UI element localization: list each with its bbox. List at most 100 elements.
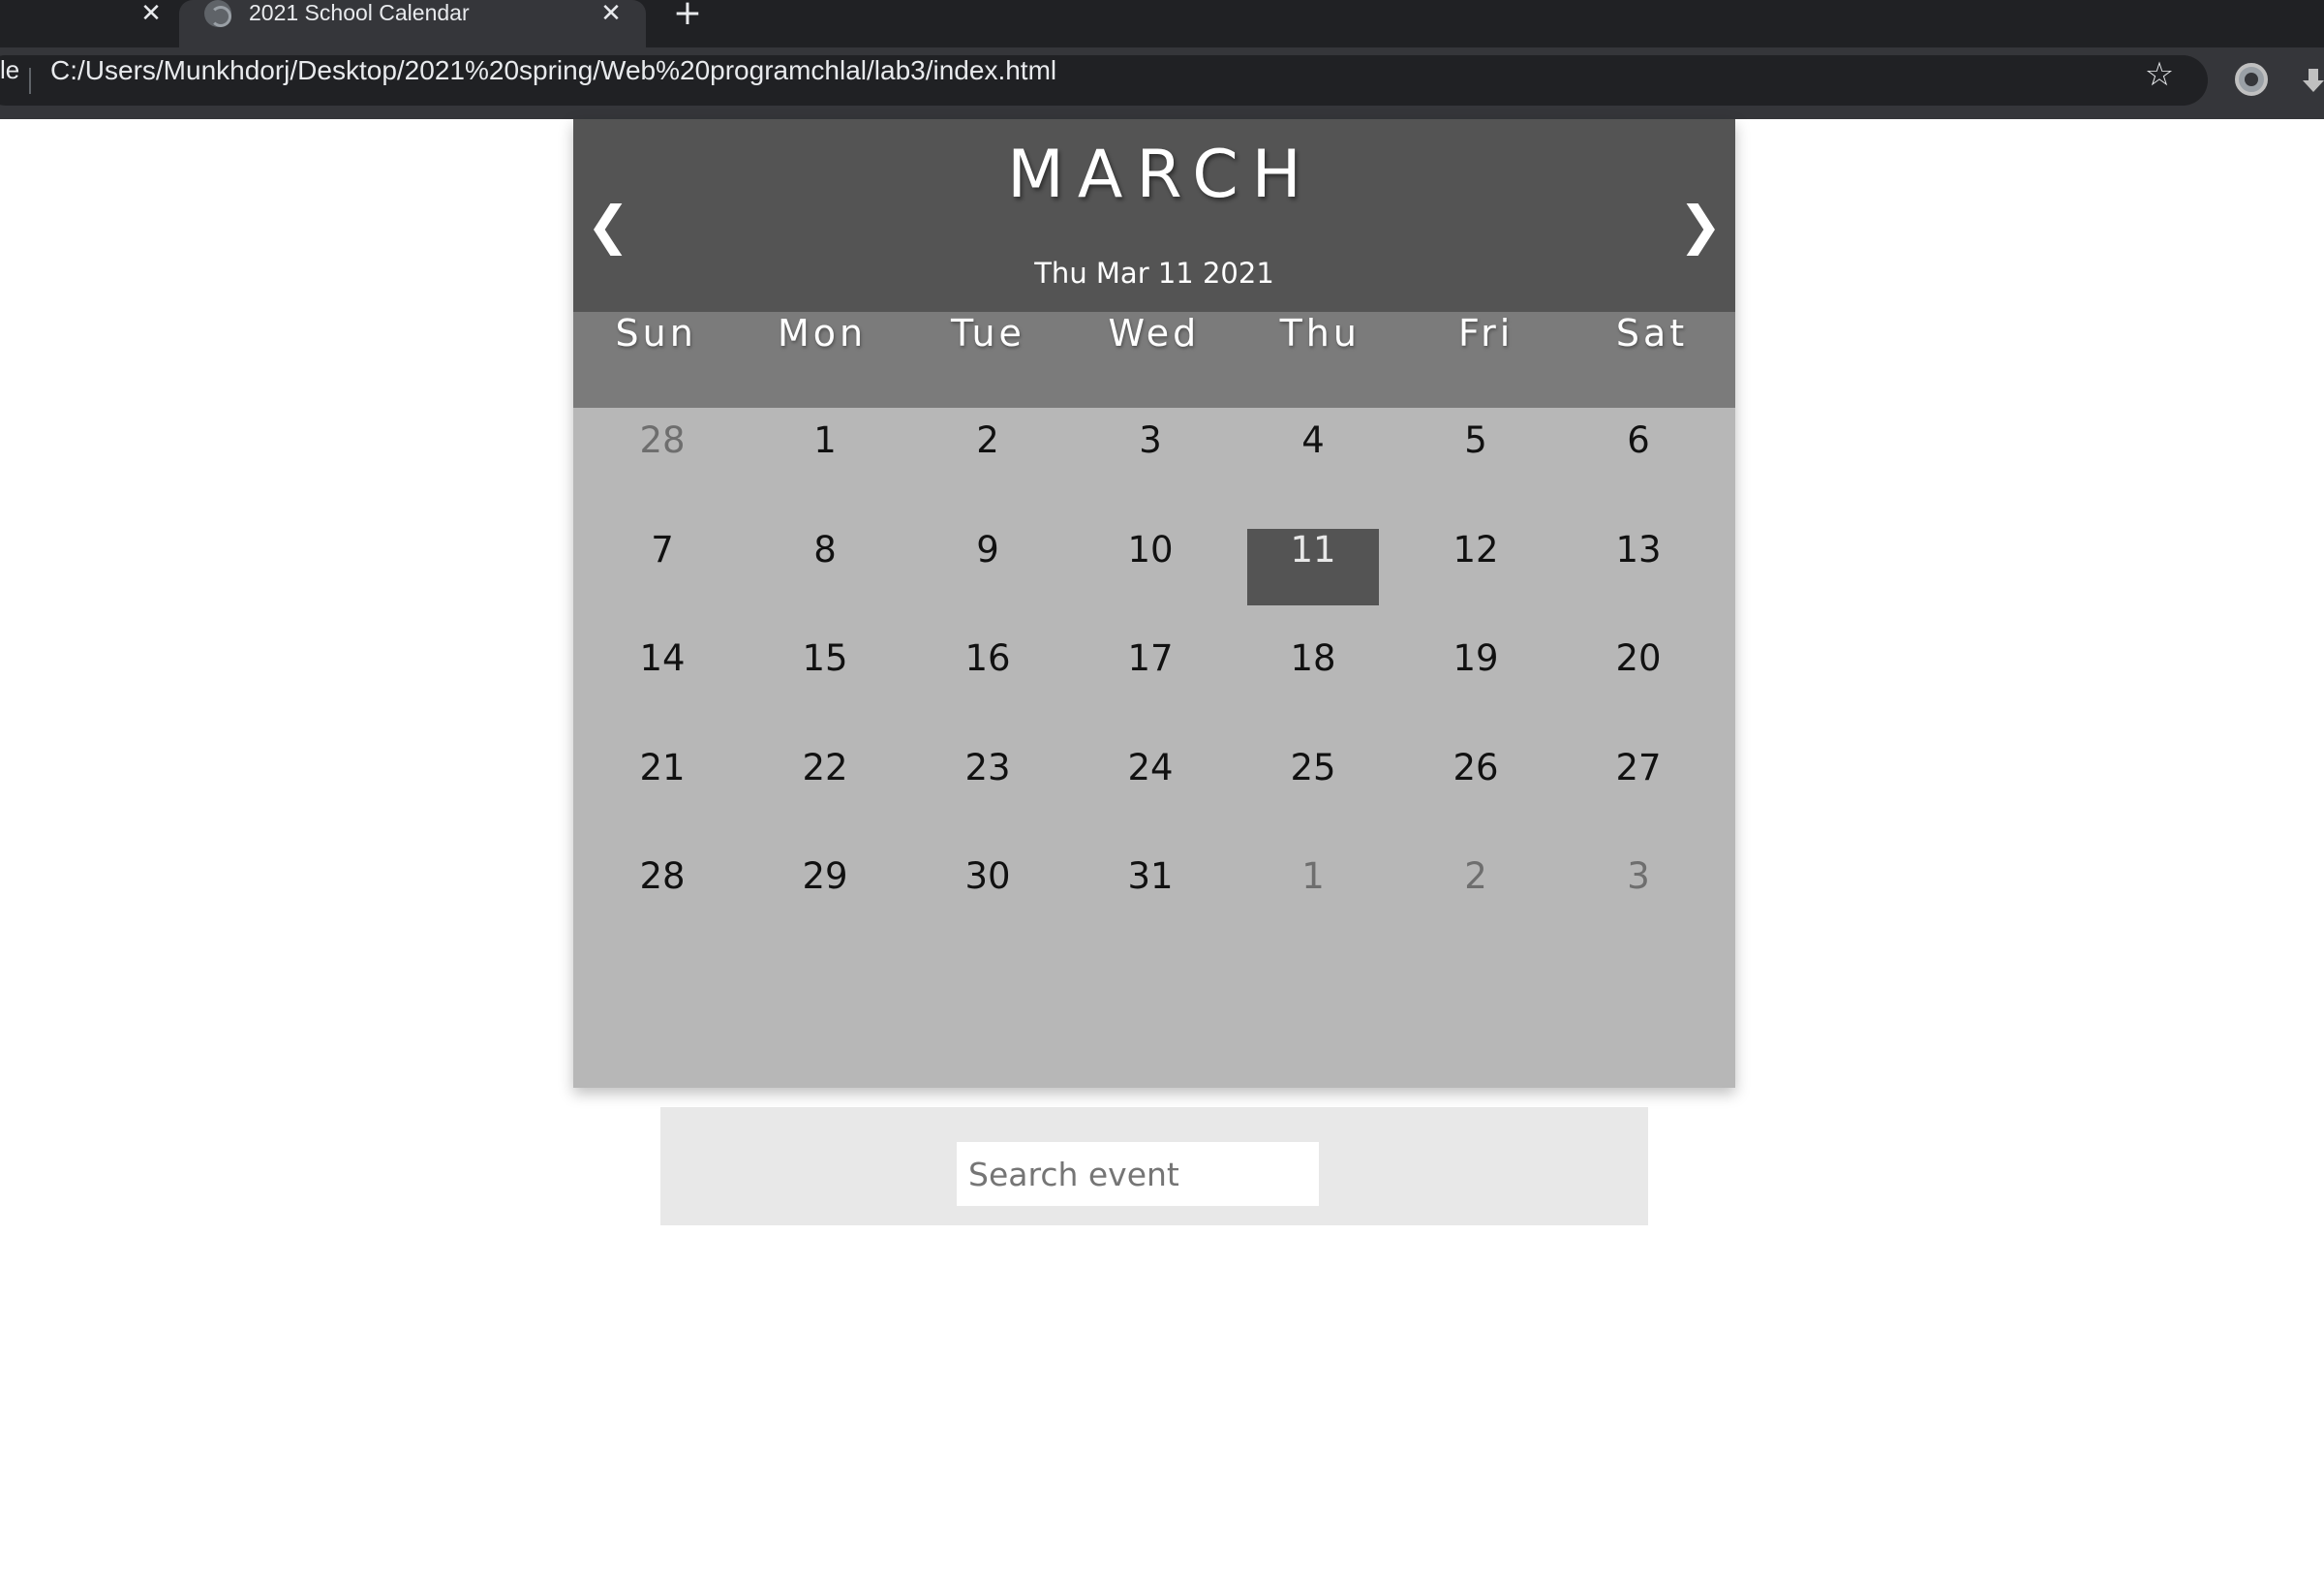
day-number: 11	[1247, 528, 1379, 605]
day-cell-other-month[interactable]: 28	[581, 419, 744, 529]
day-number: 29	[802, 855, 848, 897]
day-number: 8	[813, 528, 837, 571]
day-cell[interactable]: 1	[744, 419, 906, 529]
day-cell[interactable]: 17	[1069, 637, 1232, 747]
day-cell[interactable]: 29	[744, 855, 906, 965]
day-cell[interactable]: 5	[1394, 419, 1557, 529]
address-bar[interactable]: le C:/Users/Munkhdorj/Desktop/2021%20spr…	[0, 55, 2208, 106]
weekday-wed: Wed	[1108, 312, 1201, 355]
plus-icon[interactable]: +	[668, 0, 707, 31]
day-number: 17	[1127, 637, 1174, 679]
browser-tab-strip: ✕ 2021 School Calendar ✕ +	[0, 0, 2324, 47]
tab-school-calendar[interactable]: 2021 School Calendar ✕	[179, 0, 646, 47]
day-number: 6	[1627, 419, 1650, 461]
day-number: 15	[802, 637, 848, 679]
day-cell[interactable]: 8	[744, 529, 906, 638]
day-cell[interactable]: 16	[906, 637, 1069, 747]
day-number: 7	[651, 528, 674, 571]
day-number: 27	[1615, 746, 1662, 788]
day-number: 20	[1615, 637, 1662, 679]
day-number: 23	[964, 746, 1011, 788]
day-cell[interactable]: 21	[581, 747, 744, 856]
day-number: 26	[1452, 746, 1499, 788]
divider	[29, 68, 31, 94]
day-cell[interactable]: 3	[1069, 419, 1232, 529]
day-cell[interactable]: 25	[1232, 747, 1394, 856]
tab-previous[interactable]: ✕	[0, 0, 167, 47]
close-icon[interactable]: ✕	[132, 0, 170, 29]
day-number: 24	[1127, 746, 1174, 788]
day-number: 5	[1464, 419, 1487, 461]
weekday-mon: Mon	[778, 312, 868, 355]
day-number: 19	[1452, 637, 1499, 679]
day-number: 4	[1301, 419, 1325, 461]
weekday-fri: Fri	[1458, 312, 1514, 355]
weekday-thu: Thu	[1279, 312, 1361, 355]
current-date: Thu Mar 11 2021	[1034, 257, 1274, 290]
day-number: 2	[1464, 855, 1487, 897]
search-input[interactable]	[957, 1142, 1319, 1206]
download-icon[interactable]	[2303, 69, 2324, 94]
day-number: 10	[1127, 528, 1174, 571]
day-cell-today[interactable]: 11	[1232, 528, 1394, 638]
day-cell[interactable]: 4	[1232, 419, 1394, 529]
day-cell-other-month[interactable]: 3	[1557, 855, 1720, 965]
day-cell[interactable]: 28	[581, 855, 744, 965]
site-info-label[interactable]: le	[0, 55, 19, 106]
day-cell[interactable]: 26	[1394, 747, 1557, 856]
weekday-sat: Sat	[1615, 312, 1689, 355]
star-icon[interactable]: ☆	[2138, 55, 2181, 106]
day-number: 28	[639, 419, 686, 461]
day-number: 22	[802, 746, 848, 788]
globe-icon	[204, 0, 231, 27]
day-cell[interactable]: 24	[1069, 747, 1232, 856]
day-cell[interactable]: 10	[1069, 529, 1232, 638]
day-cell[interactable]: 2	[906, 419, 1069, 529]
day-cell[interactable]: 30	[906, 855, 1069, 965]
browser-toolbar: le C:/Users/Munkhdorj/Desktop/2021%20spr…	[0, 47, 2324, 119]
month-title: MARCH	[1007, 137, 1315, 213]
day-cell[interactable]: 18	[1232, 637, 1394, 747]
day-number: 3	[1627, 855, 1650, 897]
day-number: 30	[964, 855, 1011, 897]
close-icon[interactable]: ✕	[592, 0, 630, 29]
day-cell[interactable]: 19	[1394, 637, 1557, 747]
extension-icon[interactable]	[2235, 63, 2268, 96]
day-cell[interactable]: 9	[906, 529, 1069, 638]
weekday-header: Sun Mon Tue Wed Thu Fri Sat	[573, 312, 1735, 408]
calendar-header: ❮ MARCH Thu Mar 11 2021 ❯	[573, 119, 1735, 312]
day-cell[interactable]: 31	[1069, 855, 1232, 965]
chevron-right-icon[interactable]: ❯	[1671, 192, 1729, 260]
url-text[interactable]: C:/Users/Munkhdorj/Desktop/2021%20spring…	[50, 55, 1056, 106]
day-number: 31	[1127, 855, 1174, 897]
day-number: 1	[1301, 855, 1325, 897]
day-number: 18	[1290, 637, 1336, 679]
day-cell[interactable]: 15	[744, 637, 906, 747]
day-number: 13	[1615, 528, 1662, 571]
day-cell[interactable]: 13	[1557, 529, 1720, 638]
day-cell-other-month[interactable]: 2	[1394, 855, 1557, 965]
day-cell[interactable]: 27	[1557, 747, 1720, 856]
day-number: 3	[1139, 419, 1162, 461]
day-cell[interactable]: 20	[1557, 637, 1720, 747]
day-number: 1	[813, 419, 837, 461]
day-cell[interactable]: 14	[581, 637, 744, 747]
day-cell[interactable]: 6	[1557, 419, 1720, 529]
weekday-sun: Sun	[615, 312, 697, 355]
day-number: 25	[1290, 746, 1336, 788]
calendar: ❮ MARCH Thu Mar 11 2021 ❯ Sun Mon Tue We…	[573, 119, 1735, 1088]
day-number: 28	[639, 855, 686, 897]
day-number: 21	[639, 746, 686, 788]
days-grid: 28 1 2 3 4 5 6 7 8 9 10 11 12 13 14 15 16 17 18 19 20 21 22 23 2…	[581, 419, 1720, 965]
day-cell[interactable]: 12	[1394, 529, 1557, 638]
day-cell[interactable]: 7	[581, 529, 744, 638]
day-cell-other-month[interactable]: 1	[1232, 855, 1394, 965]
weekday-tue: Tue	[951, 312, 1025, 355]
day-number: 12	[1452, 528, 1499, 571]
day-cell[interactable]: 22	[744, 747, 906, 856]
day-number: 2	[976, 419, 999, 461]
tab-title: 2021 School Calendar	[249, 0, 470, 25]
day-cell[interactable]: 23	[906, 747, 1069, 856]
day-number: 9	[976, 528, 999, 571]
day-number: 16	[964, 637, 1011, 679]
